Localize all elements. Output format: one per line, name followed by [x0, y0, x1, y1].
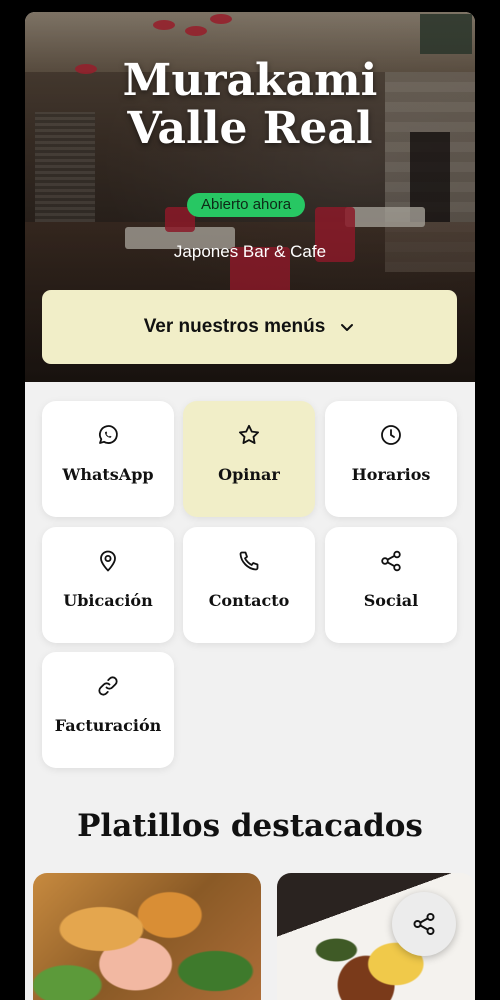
whatsapp-button[interactable]: WhatsApp: [42, 401, 174, 517]
hours-label: Horarios: [351, 465, 431, 484]
restaurant-name-line1: Murakami: [122, 55, 378, 106]
restaurant-name-line2: Valle Real: [127, 103, 373, 154]
open-status-badge: Abierto ahora: [187, 193, 306, 217]
whatsapp-label: WhatsApp: [62, 465, 154, 484]
review-button[interactable]: Opinar: [183, 401, 315, 517]
featured-dishes-title: Platillos destacados: [77, 808, 423, 844]
review-label: Opinar: [218, 465, 280, 484]
clock-icon: [381, 425, 401, 445]
star-icon: [239, 424, 259, 444]
view-menus-button[interactable]: Ver nuestros menús: [42, 290, 457, 364]
social-label: Social: [363, 591, 419, 610]
contact-label: Contacto: [208, 591, 290, 610]
whatsapp-icon: [99, 425, 118, 444]
phone-icon: [239, 551, 259, 571]
chevron-down-icon: [341, 324, 354, 331]
hero-banner: Murakami Valle Real Abierto ahora Japone…: [25, 12, 475, 382]
billing-button[interactable]: Facturación: [42, 652, 174, 768]
share-button[interactable]: [392, 892, 456, 956]
link-icon: [98, 676, 118, 696]
location-label: Ubicación: [63, 591, 153, 610]
social-button[interactable]: Social: [325, 527, 457, 643]
restaurant-category: Japones Bar & Cafe: [173, 242, 327, 261]
hours-button[interactable]: Horarios: [325, 401, 457, 517]
location-pin-icon: [100, 550, 116, 572]
featured-dish-card[interactable]: [33, 873, 261, 1000]
contact-button[interactable]: Contacto: [183, 527, 315, 643]
share-icon: [381, 550, 401, 572]
billing-label: Facturación: [54, 716, 162, 735]
location-button[interactable]: Ubicación: [42, 527, 174, 643]
app-screen: Murakami Valle Real Abierto ahora Japone…: [25, 12, 475, 1000]
restaurant-name: Murakami Valle Real: [25, 57, 475, 153]
view-menus-label: Ver nuestros menús: [143, 316, 326, 337]
share-icon: [413, 912, 435, 936]
